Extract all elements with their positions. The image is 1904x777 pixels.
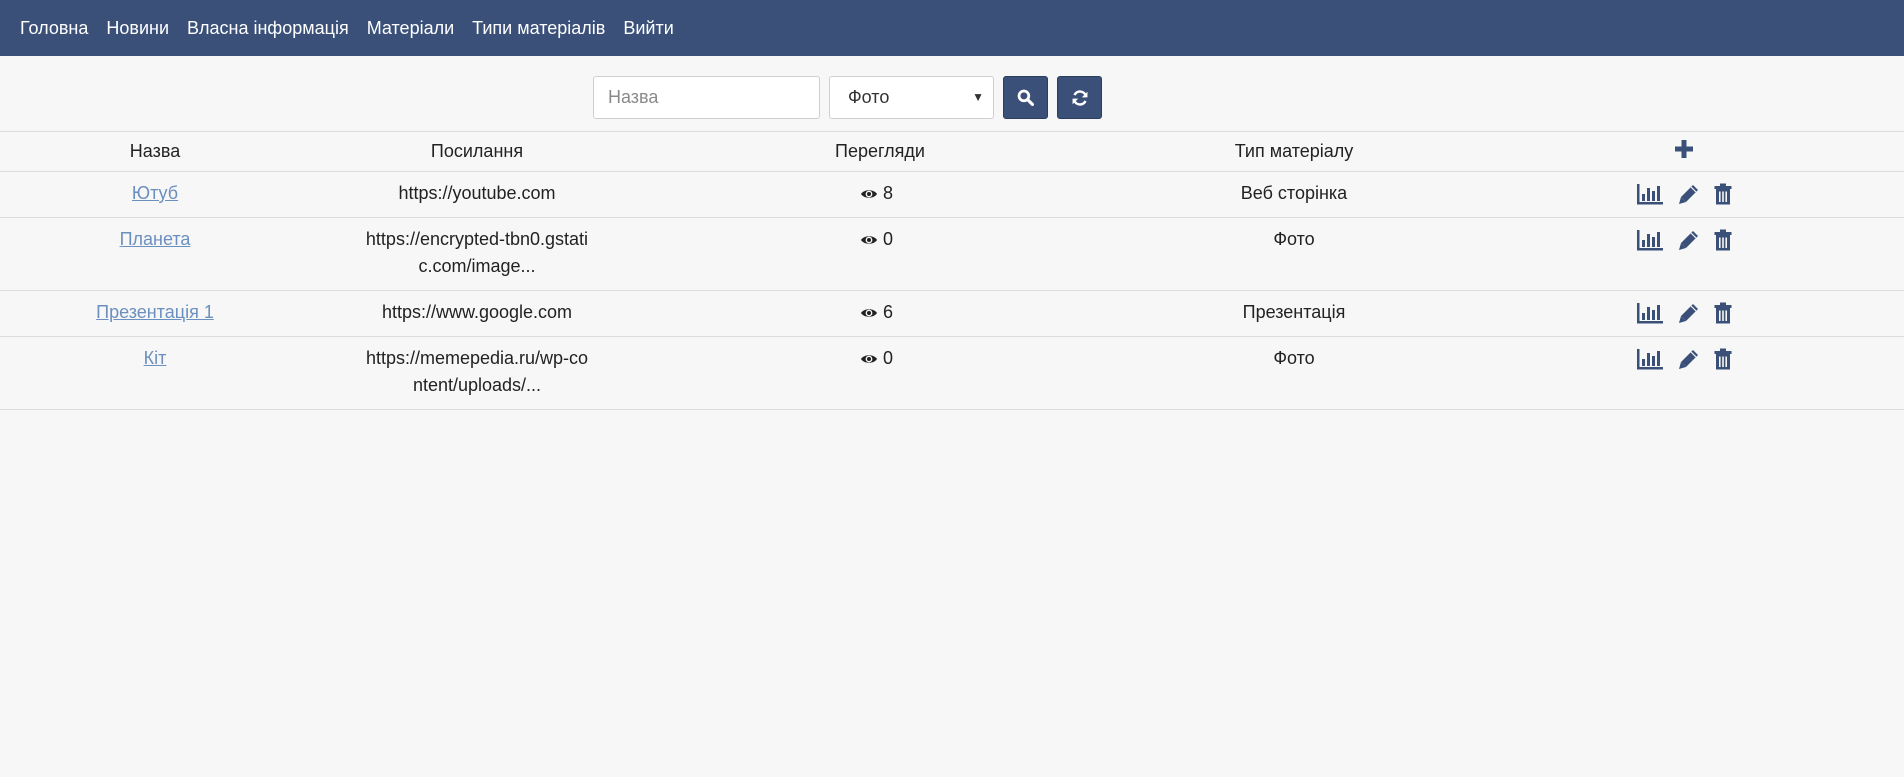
- delete-button[interactable]: [1714, 348, 1732, 370]
- header-views: Перегляди: [644, 131, 1104, 172]
- views-count: 8: [883, 183, 894, 203]
- delete-button[interactable]: [1714, 229, 1732, 251]
- pencil-icon: [1679, 184, 1698, 204]
- name-search-input[interactable]: [593, 76, 820, 119]
- header-actions: [1484, 131, 1904, 172]
- edit-button[interactable]: [1678, 229, 1700, 251]
- material-type-selected: Фото: [848, 87, 890, 107]
- material-name-link[interactable]: Планета: [120, 229, 191, 249]
- table-header-row: Назва Посилання Перегляди Тип матеріалу: [0, 131, 1904, 172]
- material-type: Фото: [1273, 348, 1315, 368]
- edit-button[interactable]: [1678, 183, 1700, 205]
- table-row: Ютуб https://youtube.com 8 Веб сторінка: [0, 171, 1904, 218]
- header-link: Посилання: [310, 131, 644, 172]
- material-name-link[interactable]: Кіт: [144, 348, 167, 368]
- material-type-select[interactable]: Фото ▼: [829, 76, 994, 119]
- eye-icon: [861, 236, 877, 244]
- refresh-button[interactable]: [1057, 76, 1102, 119]
- material-url: https://memepedia.ru/wp-content/uploads/…: [365, 348, 589, 395]
- material-type: Веб сторінка: [1240, 183, 1348, 203]
- row-actions: [1464, 345, 1904, 372]
- nav-materials[interactable]: Матеріали: [367, 18, 454, 39]
- delete-button[interactable]: [1714, 183, 1732, 205]
- search-button[interactable]: [1003, 76, 1048, 119]
- eye-icon: [861, 355, 877, 363]
- table-row: Планета https://encrypted-tbn0.gstatic.c…: [0, 217, 1904, 291]
- material-type: Презентація: [1242, 302, 1346, 322]
- material-name-link[interactable]: Ютуб: [132, 183, 178, 203]
- nav-home[interactable]: Головна: [20, 18, 88, 39]
- material-type: Фото: [1273, 229, 1315, 249]
- row-actions: [1464, 180, 1904, 207]
- row-actions: [1464, 226, 1904, 253]
- delete-button[interactable]: [1714, 302, 1732, 324]
- top-navbar: Головна Новини Власна інформація Матеріа…: [0, 0, 1904, 56]
- material-name-link[interactable]: Презентація 1: [96, 302, 214, 322]
- edit-button[interactable]: [1678, 302, 1700, 324]
- bar-chart-icon: [1637, 302, 1663, 323]
- nav-profile[interactable]: Власна інформація: [187, 18, 349, 39]
- pencil-icon: [1679, 303, 1698, 323]
- nav-news[interactable]: Новини: [106, 18, 169, 39]
- trash-icon: [1714, 229, 1732, 250]
- material-url: https://encrypted-tbn0.gstatic.com/image…: [365, 229, 589, 276]
- material-url: https://youtube.com: [398, 183, 556, 203]
- pencil-icon: [1679, 230, 1698, 250]
- pencil-icon: [1679, 349, 1698, 369]
- filter-toolbar: Фото ▼: [0, 56, 1904, 131]
- trash-icon: [1714, 302, 1732, 323]
- eye-icon: [861, 190, 877, 198]
- chevron-down-icon: ▼: [972, 90, 984, 104]
- header-type: Тип матеріалу: [1104, 131, 1484, 172]
- material-url: https://www.google.com: [381, 302, 573, 322]
- eye-icon: [861, 309, 877, 317]
- stats-button[interactable]: [1636, 301, 1664, 325]
- row-actions: [1464, 299, 1904, 326]
- edit-button[interactable]: [1678, 348, 1700, 370]
- nav-logout[interactable]: Вийти: [623, 18, 673, 39]
- bar-chart-icon: [1637, 229, 1663, 250]
- stats-button[interactable]: [1636, 182, 1664, 206]
- views-count: 6: [883, 302, 894, 322]
- bar-chart-icon: [1637, 348, 1663, 369]
- nav-material-types[interactable]: Типи матеріалів: [472, 18, 605, 39]
- trash-icon: [1714, 348, 1732, 369]
- bar-chart-icon: [1637, 183, 1663, 204]
- trash-icon: [1714, 183, 1732, 204]
- search-icon: [1017, 89, 1034, 106]
- add-material-button[interactable]: [1674, 139, 1694, 159]
- table-row: Презентація 1 https://www.google.com 6 П…: [0, 290, 1904, 337]
- materials-table: Назва Посилання Перегляди Тип матеріалу …: [0, 131, 1904, 410]
- plus-icon: [1675, 140, 1693, 158]
- views-count: 0: [883, 348, 894, 368]
- stats-button[interactable]: [1636, 228, 1664, 252]
- refresh-icon: [1072, 89, 1087, 106]
- stats-button[interactable]: [1636, 347, 1664, 371]
- header-name: Назва: [0, 131, 310, 172]
- table-row: Кіт https://memepedia.ru/wp-content/uplo…: [0, 336, 1904, 410]
- views-count: 0: [883, 229, 894, 249]
